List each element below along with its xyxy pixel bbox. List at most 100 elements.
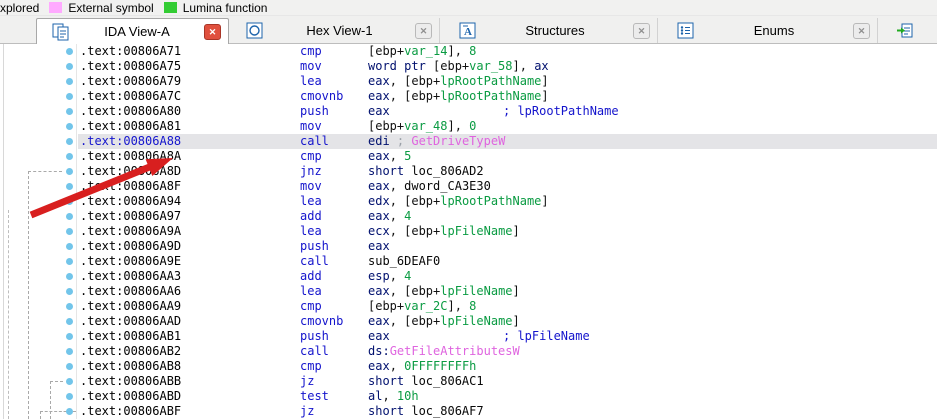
operand[interactable]: [ebp+ (368, 44, 404, 58)
operand[interactable]: ], (447, 119, 469, 133)
mnemonic[interactable]: jnz (300, 164, 368, 179)
operand[interactable]: 0 (469, 119, 476, 133)
operand[interactable]: 8 (469, 44, 476, 58)
operand[interactable]: eax (368, 239, 390, 253)
address[interactable]: .text:00806AA6 (80, 284, 300, 299)
address[interactable]: .text:00806A8A (80, 149, 300, 164)
operand[interactable]: , (390, 209, 404, 223)
close-icon[interactable]: ✕ (415, 23, 432, 39)
disasm-line[interactable]: .text:00806A71cmp[ebp+var_14], 8 (78, 44, 937, 59)
disasm-line[interactable]: .text:00806AADcmovnbeax, [ebp+lpFileName… (78, 314, 937, 329)
address[interactable]: .text:00806A9E (80, 254, 300, 269)
operand[interactable]: word ptr (368, 59, 433, 73)
address[interactable]: .text:00806ABD (80, 389, 300, 404)
disasm-line[interactable]: .text:00806AA3addesp, 4 (78, 269, 937, 284)
disasm-line[interactable]: .text:00806A79leaeax, [ebp+lpRootPathNam… (78, 74, 937, 89)
mnemonic[interactable]: call (300, 254, 368, 269)
mnemonic[interactable]: call (300, 344, 368, 359)
operand[interactable]: eax (368, 104, 390, 118)
operand[interactable]: loc_806AD2 (411, 164, 483, 178)
operand[interactable]: esp (368, 269, 390, 283)
disasm-line[interactable]: .text:00806A81mov[ebp+var_48], 0 (78, 119, 937, 134)
disasm-line[interactable]: .text:00806A8Djnzshort loc_806AD2 (78, 164, 937, 179)
operand[interactable]: , (390, 359, 404, 373)
disasm-line[interactable]: .text:00806A80pusheax; lpRootPathName (78, 104, 937, 119)
operand[interactable]: GetFileAttributesW (390, 344, 520, 358)
mnemonic[interactable]: add (300, 269, 368, 284)
operand[interactable]: ; (390, 134, 412, 148)
disasm-line[interactable]: .text:00806ABBjzshort loc_806AC1 (78, 374, 937, 389)
operand[interactable]: , (390, 269, 404, 283)
operand[interactable]: , [ebp+ (390, 194, 441, 208)
disassembly-view[interactable]: .text:00806A71cmp[ebp+var_14], 8.text:00… (0, 44, 937, 419)
mnemonic[interactable]: lea (300, 224, 368, 239)
address[interactable]: .text:00806A81 (80, 119, 300, 134)
address[interactable]: .text:00806A9A (80, 224, 300, 239)
mnemonic[interactable]: push (300, 239, 368, 254)
tab-hex-view-1[interactable]: Hex View-1 ✕ (231, 18, 440, 43)
disasm-line[interactable]: .text:00806AB1pusheax; lpFileName (78, 329, 937, 344)
operand[interactable]: , (382, 389, 396, 403)
address[interactable]: .text:00806A71 (80, 44, 300, 59)
operand[interactable]: edi (368, 134, 390, 148)
operand[interactable]: eax (368, 209, 390, 223)
operand[interactable]: [ebp+ (368, 119, 404, 133)
disasm-line[interactable]: .text:00806A7Ccmovnbeax, [ebp+lpRootPath… (78, 89, 937, 104)
address[interactable]: .text:00806A9D (80, 239, 300, 254)
mnemonic[interactable]: jz (300, 404, 368, 419)
tab-structures[interactable]: A Structures ✕ (444, 18, 658, 43)
disasm-line[interactable]: .text:00806A88calledi ; GetDriveTypeW (78, 134, 937, 149)
mnemonic[interactable]: mov (300, 179, 368, 194)
operand[interactable]: eax (368, 329, 390, 343)
operand[interactable]: , (390, 149, 404, 163)
mnemonic[interactable]: push (300, 104, 368, 119)
operand[interactable]: edx (368, 194, 390, 208)
address[interactable]: .text:00806A94 (80, 194, 300, 209)
operand[interactable]: , [ebp+ (390, 224, 441, 238)
operand[interactable]: ], (513, 59, 535, 73)
operand[interactable]: , (390, 179, 404, 193)
operand[interactable]: loc_806AC1 (411, 374, 483, 388)
mnemonic[interactable]: cmovnb (300, 314, 368, 329)
address[interactable]: .text:00806ABF (80, 404, 300, 419)
disasm-line[interactable]: .text:00806A8Fmoveax, dword_CA3E30 (78, 179, 937, 194)
operand[interactable]: [ebp+ (433, 59, 469, 73)
operand[interactable]: 5 (404, 149, 411, 163)
mnemonic[interactable]: lea (300, 284, 368, 299)
operand[interactable]: 10h (397, 389, 419, 403)
operand[interactable]: ] (513, 284, 520, 298)
operand[interactable]: lpRootPathName (440, 74, 541, 88)
mnemonic[interactable]: mov (300, 119, 368, 134)
operand[interactable]: ] (513, 314, 520, 328)
tab-ida-view-a[interactable]: IDA View-A ✕ (36, 18, 229, 44)
operand[interactable]: , [ebp+ (390, 74, 441, 88)
disasm-line[interactable]: .text:00806A75movword ptr [ebp+var_58], … (78, 59, 937, 74)
operand[interactable]: lpFileName (440, 284, 512, 298)
operand[interactable]: ] (541, 89, 548, 103)
close-icon[interactable]: ✕ (204, 24, 221, 40)
address[interactable]: .text:00806A75 (80, 59, 300, 74)
disasm-line[interactable]: .text:00806AB2callds:GetFileAttributesW (78, 344, 937, 359)
address[interactable]: .text:00806ABB (80, 374, 300, 389)
disasm-line[interactable]: .text:00806AB8cmpeax, 0FFFFFFFFh (78, 359, 937, 374)
close-icon[interactable]: ✕ (633, 23, 650, 39)
operand[interactable]: eax (368, 359, 390, 373)
address[interactable]: .text:00806AB1 (80, 329, 300, 344)
mnemonic[interactable]: lea (300, 194, 368, 209)
operand[interactable]: var_58 (469, 59, 512, 73)
mnemonic[interactable]: cmovnb (300, 89, 368, 104)
address[interactable]: .text:00806A79 (80, 74, 300, 89)
disasm-line[interactable]: .text:00806AA6leaeax, [ebp+lpFileName] (78, 284, 937, 299)
mnemonic[interactable]: cmp (300, 299, 368, 314)
address[interactable]: .text:00806A97 (80, 209, 300, 224)
operand[interactable]: ] (513, 224, 520, 238)
operand[interactable]: GetDriveTypeW (411, 134, 505, 148)
tab-imports[interactable] (884, 18, 937, 43)
operand[interactable]: eax (368, 149, 390, 163)
address[interactable]: .text:00806AA9 (80, 299, 300, 314)
operand[interactable]: ], (447, 299, 469, 313)
disasm-line[interactable]: .text:00806A9Dpusheax (78, 239, 937, 254)
mnemonic[interactable]: lea (300, 74, 368, 89)
operand[interactable]: eax (368, 284, 390, 298)
operand[interactable]: sub_6DEAF0 (368, 254, 440, 268)
